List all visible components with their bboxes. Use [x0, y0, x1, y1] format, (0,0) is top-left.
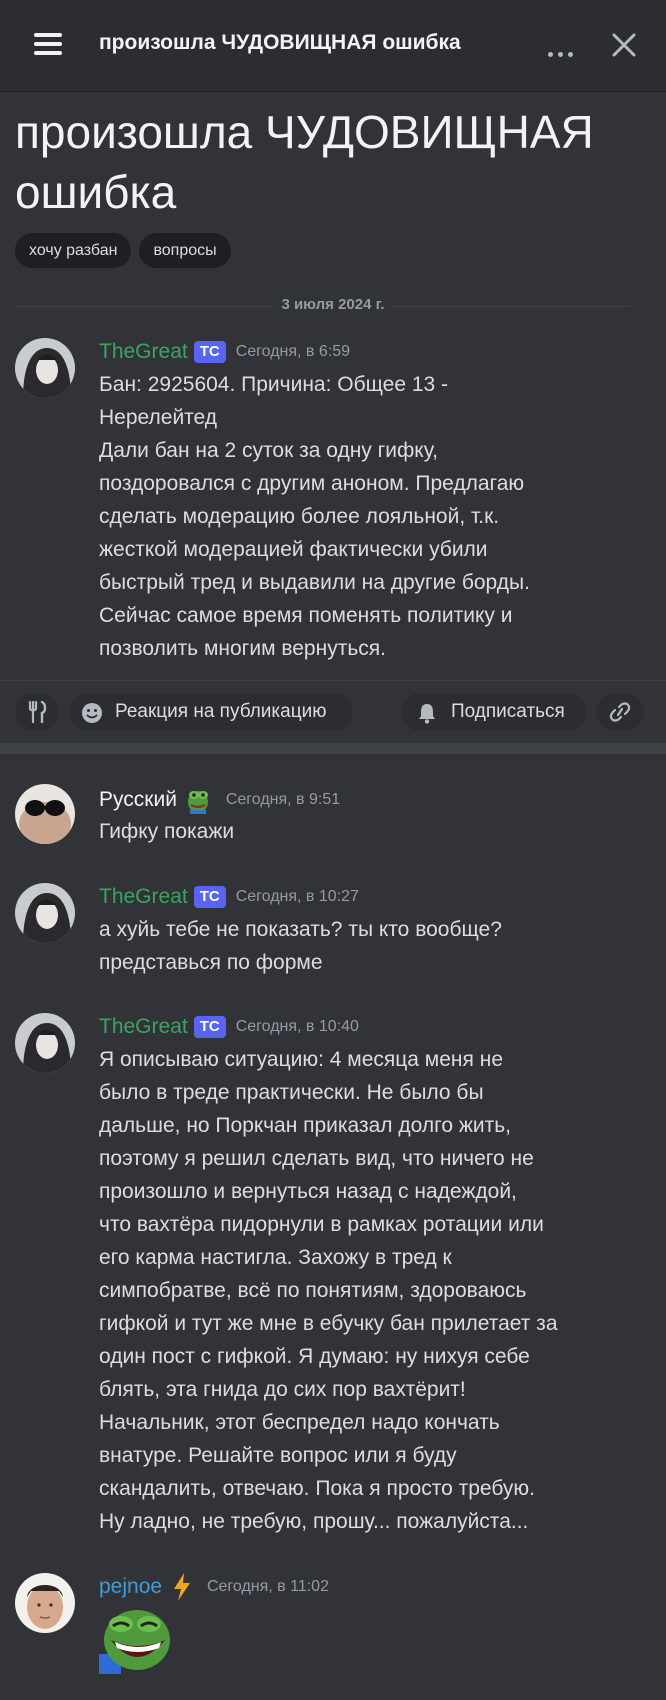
op-badge: ТС: [193, 1016, 226, 1038]
pepe-laughing-sticker[interactable]: [99, 1604, 171, 1674]
more-dots-icon[interactable]: [548, 44, 578, 62]
message-header: Русский Сегодня, в 9:51: [99, 786, 340, 814]
tag-chip[interactable]: хочу разбан: [15, 233, 132, 268]
message-text: Бан: 2925604. Причина: Общее 13 - Нереле…: [99, 373, 530, 660]
link-icon: [609, 702, 631, 722]
lightning-icon: [173, 1573, 190, 1601]
timestamp: Сегодня, в 9:51: [225, 791, 341, 808]
message-header: TheGreat ТС Сегодня, в 10:27: [99, 885, 359, 909]
op-badge: ТС: [193, 341, 226, 363]
message-text: Я описываю ситуацию: 4 месяца меня не бы…: [99, 1048, 558, 1533]
author-name[interactable]: Русский: [99, 788, 177, 811]
reaction-button[interactable]: Реакция на публикацию: [69, 693, 353, 731]
message-text: а хуйь тебе не показать? ты кто вообще? …: [99, 918, 502, 974]
smiley-icon: [82, 703, 102, 723]
author-name[interactable]: pejnoe: [99, 1575, 162, 1598]
close-icon[interactable]: [609, 30, 639, 60]
hamburger-menu-icon[interactable]: [34, 33, 62, 55]
tag-list: хочу разбан вопросы: [15, 233, 239, 268]
reaction-label: Реакция на публикацию: [115, 701, 327, 722]
date-label: 3 июля 2024 г.: [275, 296, 391, 313]
avatar[interactable]: [15, 883, 75, 943]
author-name[interactable]: TheGreat: [99, 340, 188, 363]
author-name[interactable]: TheGreat: [99, 885, 188, 908]
timestamp: Сегодня, в 10:27: [235, 888, 359, 905]
message-header: pejnoe Сегодня, в 11:02: [99, 1572, 329, 1602]
message-header: TheGreat ТС Сегодня, в 10:40: [99, 1015, 359, 1039]
avatar[interactable]: [15, 1573, 75, 1633]
subscribe-button[interactable]: Подписаться: [401, 693, 587, 731]
post-title: произошла ЧУДОВИЩНАЯ ошибка: [15, 106, 594, 218]
tag-chip[interactable]: вопросы: [139, 233, 231, 268]
message-header: TheGreat ТС Сегодня, в 6:59: [99, 340, 350, 364]
timestamp: Сегодня, в 11:02: [206, 1578, 329, 1595]
avatar[interactable]: [15, 338, 75, 398]
message-text: Гифку покажи: [99, 820, 235, 843]
pepe-frog-icon: [188, 791, 209, 814]
avatar[interactable]: [15, 784, 75, 844]
timestamp: Сегодня, в 6:59: [235, 343, 351, 360]
author-name[interactable]: TheGreat: [99, 1015, 188, 1038]
thread-title: произошла ЧУДОВИЩНАЯ ошибка: [99, 31, 461, 54]
top-bar: произошла ЧУДОВИЩНАЯ ошибка: [0, 0, 666, 92]
timestamp: Сегодня, в 10:40: [235, 1018, 359, 1035]
post-action-bar: Реакция на публикацию Подписаться: [0, 680, 666, 743]
bell-icon: [419, 704, 435, 724]
fork-knife-icon: [28, 701, 47, 723]
fork-knife-button[interactable]: [15, 693, 59, 731]
op-badge: ТС: [193, 886, 226, 908]
subscribe-label: Подписаться: [451, 701, 565, 722]
copy-link-button[interactable]: [596, 693, 644, 731]
avatar[interactable]: [15, 1013, 75, 1073]
section-separator: [0, 743, 666, 754]
